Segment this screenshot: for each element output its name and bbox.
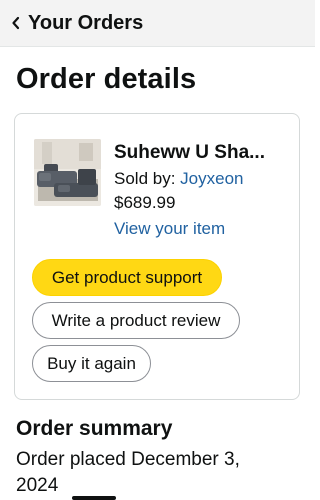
buy-it-again-button[interactable]: Buy it again: [32, 345, 151, 382]
seller-link[interactable]: Joyxeon: [180, 169, 243, 188]
sold-by-line: Sold by: Joyxeon: [114, 167, 294, 191]
view-your-item-link[interactable]: View your item: [114, 217, 294, 241]
page-title: Order details: [16, 63, 197, 95]
top-navigation-bar: Your Orders: [0, 0, 315, 47]
product-info: Suheww U Sha... Sold by: Joyxeon $689.99…: [114, 141, 294, 241]
product-image[interactable]: [34, 139, 101, 206]
order-summary-heading: Order summary: [16, 417, 173, 440]
order-placed-date: Order placed December 3, 2024: [16, 449, 240, 496]
back-to-your-orders-link[interactable]: Your Orders: [28, 12, 143, 35]
chevron-left-icon[interactable]: [11, 13, 23, 33]
write-product-review-button[interactable]: Write a product review: [32, 302, 240, 339]
get-product-support-button[interactable]: Get product support: [32, 259, 222, 296]
product-name[interactable]: Suheww U Sha...: [114, 141, 294, 165]
chevron-left-svg: [12, 16, 20, 30]
sold-by-label: Sold by:: [114, 169, 181, 188]
order-item-card: Suheww U Sha... Sold by: Joyxeon $689.99…: [14, 113, 300, 400]
sofa-product-svg: [34, 139, 101, 206]
product-price: $689.99: [114, 193, 176, 212]
home-indicator: [72, 496, 116, 500]
